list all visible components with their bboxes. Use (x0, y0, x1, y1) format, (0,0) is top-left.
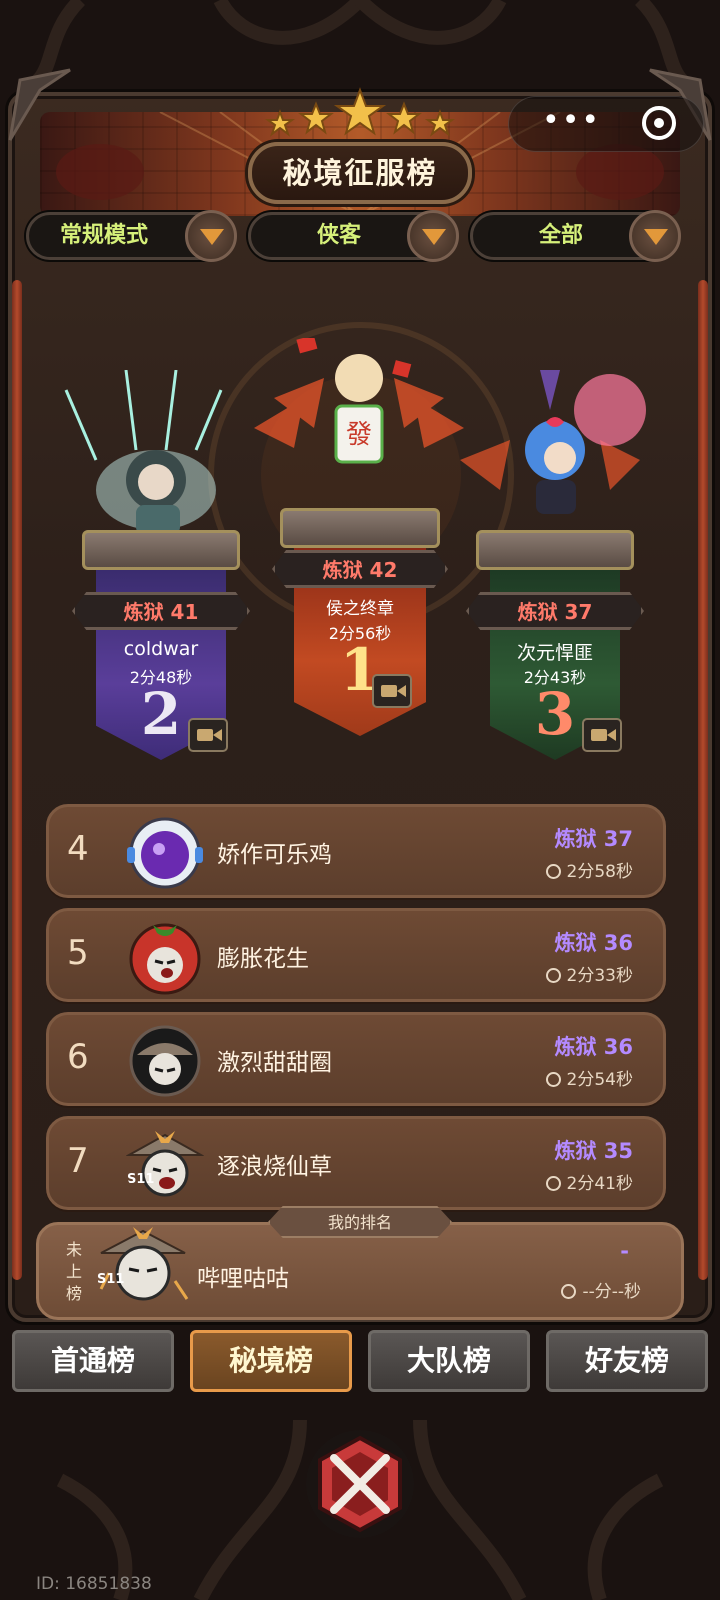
avatar-third-character (460, 370, 646, 514)
podium-third[interactable]: 炼狱 37 次元悍匪 2分43秒 3 (460, 370, 646, 760)
clock-icon (545, 968, 561, 983)
ranking-row[interactable]: 7 S11 逐浪烧仙草 炼狱 35 2分41秒 (46, 1116, 666, 1210)
my-rank-status: 未 上 榜 (63, 1239, 85, 1305)
podium-second-name: coldwar (123, 638, 199, 660)
tab-first-clear[interactable]: 首通榜 (12, 1330, 174, 1392)
crossed-swords-emblem-icon[interactable] (304, 1428, 416, 1540)
my-rank-tag: 我的排名 (268, 1206, 452, 1238)
straw-hat-avatar-icon (129, 1025, 201, 1097)
frame-rail-right (698, 280, 708, 1280)
clock-icon (545, 1072, 561, 1087)
frame-rail-left (12, 280, 22, 1280)
podium-first-name: 侯之终章 (326, 599, 394, 619)
tab-team[interactable]: 大队榜 (368, 1330, 530, 1392)
clock-icon (545, 864, 561, 879)
row-time-value: 2分58秒 (566, 862, 633, 882)
filter-mode[interactable]: 常规模式 (26, 210, 237, 262)
my-time: --分--秒 (561, 1277, 641, 1302)
my-season-badge: S11 (97, 1272, 124, 1287)
rating-stars (264, 87, 456, 137)
close-target-icon[interactable] (642, 106, 676, 140)
top-three-podium: 炼狱 41 coldwar 2分48秒 2 發 炼狱 42 侯之终章 2分56秒… (36, 270, 684, 790)
row-player-name: 娇作可乐鸡 (217, 842, 332, 868)
chevron-down-icon[interactable] (185, 210, 237, 262)
tab-secret-realm[interactable]: 秘境榜 (190, 1330, 352, 1392)
podium-second-level: 炼狱 41 (72, 592, 250, 630)
row-player-name: 膨胀花生 (217, 946, 309, 972)
row-level: 炼狱 37 (554, 827, 633, 851)
row-rank: 4 (67, 829, 89, 869)
filter-class[interactable]: 侠客 (248, 210, 459, 262)
podium-first[interactable]: 發 炼狱 42 侯之终章 2分56秒 1 (254, 338, 464, 736)
ranking-row[interactable]: 4 娇作可乐鸡 炼狱 37 2分58秒 (46, 804, 666, 898)
row-player-name: 激烈甜甜圈 (217, 1050, 332, 1076)
bamboo-hat-avatar-icon: S11 (125, 1131, 205, 1197)
replay-video-icon[interactable] (372, 674, 412, 708)
page-title: 秘境征服榜 (248, 142, 472, 204)
podium-third-name: 次元悍匪 (516, 642, 593, 664)
more-dots-icon[interactable]: ••• (542, 106, 601, 136)
my-rank-status-line: 未 (65, 1240, 82, 1259)
my-player-name: 哔哩咕咕 (197, 1266, 289, 1292)
my-time-value: --分--秒 (582, 1282, 641, 1302)
podium-first-level: 炼狱 42 (272, 550, 448, 588)
user-id-label: ID: 16851838 (36, 1574, 152, 1594)
svg-text:發: 發 (346, 420, 372, 450)
row-level: 炼狱 35 (554, 1139, 633, 1163)
ranking-row[interactable]: 6 激烈甜甜圈 炼狱 36 2分54秒 (46, 1012, 666, 1106)
filter-scope-label: 全部 (538, 223, 583, 248)
row-time: 2分41秒 (545, 1169, 633, 1194)
podium-second-cap (82, 530, 240, 570)
row-player-name: 逐浪烧仙草 (217, 1154, 332, 1180)
row-level: 炼狱 36 (554, 1035, 633, 1059)
season-badge: S11 (127, 1172, 154, 1187)
row-rank: 7 (67, 1141, 89, 1181)
clock-icon (545, 1176, 561, 1191)
podium-second[interactable]: 炼狱 41 coldwar 2分48秒 2 (64, 370, 250, 760)
chevron-down-icon[interactable] (629, 210, 681, 262)
filter-mode-label: 常规模式 (59, 223, 148, 248)
my-rank-status-line: 上 (65, 1262, 82, 1281)
astronaut-avatar-icon (127, 817, 203, 889)
my-level: - (620, 1239, 629, 1263)
my-rank-status-line: 榜 (65, 1284, 82, 1303)
row-time: 2分58秒 (545, 857, 633, 882)
row-rank: 5 (67, 933, 89, 973)
clock-icon (561, 1284, 577, 1299)
replay-video-icon[interactable] (188, 718, 228, 752)
podium-third-level: 炼狱 37 (466, 592, 644, 630)
row-rank: 6 (67, 1037, 89, 1077)
row-time: 2分33秒 (545, 961, 633, 986)
row-time: 2分54秒 (545, 1065, 633, 1090)
chevron-down-icon[interactable] (407, 210, 459, 262)
ranking-row[interactable]: 5 膨胀花生 炼狱 36 2分33秒 (46, 908, 666, 1002)
my-avatar-icon: S11 (97, 1227, 189, 1301)
row-time-value: 2分41秒 (566, 1174, 633, 1194)
row-level: 炼狱 36 (554, 931, 633, 955)
tomato-avatar-icon (129, 923, 201, 995)
avatar-first-character: 發 (254, 338, 464, 464)
tab-friends[interactable]: 好友榜 (546, 1330, 708, 1392)
podium-first-cap (280, 508, 440, 548)
filter-class-label: 侠客 (316, 223, 361, 248)
row-time-value: 2分54秒 (566, 1070, 633, 1090)
podium-third-cap (476, 530, 634, 570)
replay-video-icon[interactable] (582, 718, 622, 752)
row-time-value: 2分33秒 (566, 966, 633, 986)
filter-scope[interactable]: 全部 (470, 210, 681, 262)
